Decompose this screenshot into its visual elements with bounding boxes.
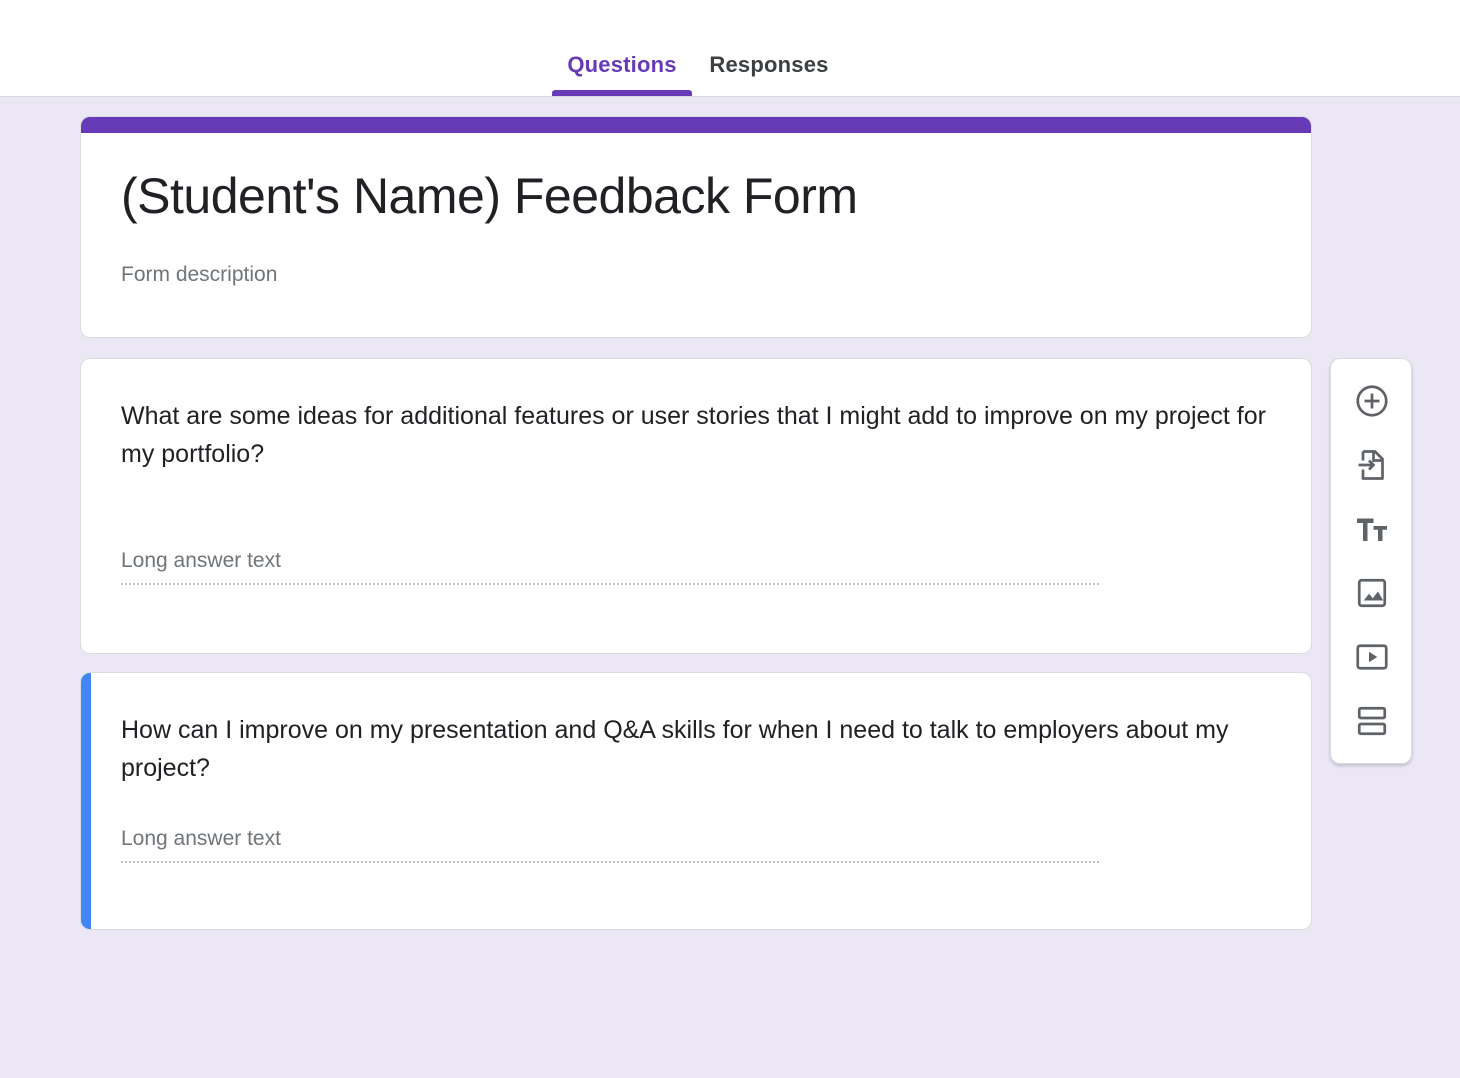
- floating-toolbar: [1330, 358, 1412, 764]
- add-image-icon[interactable]: [1352, 573, 1392, 613]
- question-card-active[interactable]: How can I improve on my presentation and…: [80, 672, 1312, 930]
- form-header-accent: [81, 117, 1311, 133]
- long-answer-field: Long answer text: [121, 549, 1099, 585]
- add-title-icon[interactable]: [1352, 509, 1392, 549]
- question-title[interactable]: How can I improve on my presentation and…: [121, 711, 1293, 787]
- long-answer-field: Long answer text: [121, 827, 1099, 863]
- active-question-indicator: [81, 673, 91, 929]
- active-tab-indicator: [552, 90, 692, 96]
- import-questions-icon[interactable]: [1352, 445, 1392, 485]
- top-bar: Questions Responses: [0, 0, 1460, 97]
- question-card[interactable]: What are some ideas for additional featu…: [80, 358, 1312, 654]
- question-title[interactable]: What are some ideas for additional featu…: [121, 397, 1293, 473]
- add-section-icon[interactable]: [1352, 701, 1392, 741]
- form-header-card[interactable]: (Student's Name) Feedback Form Form desc…: [80, 116, 1312, 338]
- form-title[interactable]: (Student's Name) Feedback Form: [121, 167, 858, 225]
- add-video-icon[interactable]: [1352, 637, 1392, 677]
- tab-responses[interactable]: Responses: [700, 52, 838, 96]
- form-description-field[interactable]: Form description: [121, 263, 277, 287]
- add-question-icon[interactable]: [1352, 381, 1392, 421]
